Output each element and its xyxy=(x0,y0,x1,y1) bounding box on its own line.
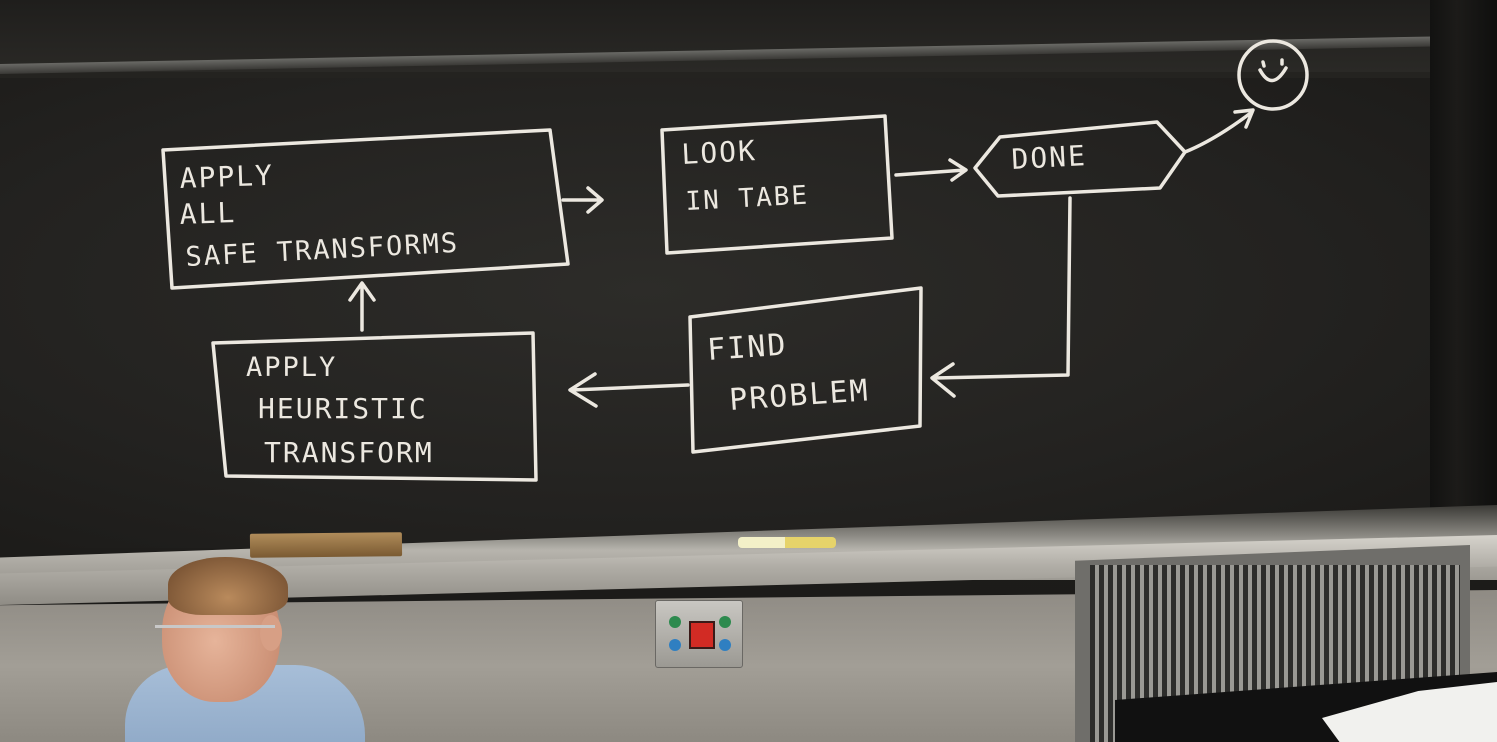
arrow-safe-to-look xyxy=(561,186,604,214)
label-heuristic-line1: APPLY xyxy=(246,352,337,383)
box-find-problem xyxy=(688,286,923,454)
label-look-line2: IN TABE xyxy=(685,181,810,217)
arrow-done-to-smiley xyxy=(1183,108,1255,154)
smiley-face-icon xyxy=(1237,39,1309,111)
smiley-eyes xyxy=(1261,58,1284,68)
label-apply-safe-line1: APPLY xyxy=(179,159,274,195)
label-done: DONE xyxy=(1011,139,1088,176)
chalk-flow-diagram: APPLY ALL SAFE TRANSFORMS LOOK IN TABE D… xyxy=(161,39,1309,482)
smiley-mouth xyxy=(1258,66,1288,83)
label-apply-safe-line3: SAFE TRANSFORMS xyxy=(185,228,460,273)
label-heuristic-line3: TRANSFORM xyxy=(264,436,434,469)
arrow-look-to-done xyxy=(894,158,968,182)
label-apply-safe-line2: ALL xyxy=(179,196,237,231)
label-look-line1: LOOK xyxy=(681,134,758,171)
arrow-done-to-find-problem xyxy=(930,196,1072,398)
label-find-line2: PROBLEM xyxy=(728,373,871,418)
label-find-line1: FIND xyxy=(706,327,788,368)
lecture-scene: APPLY ALL SAFE TRANSFORMS LOOK IN TABE D… xyxy=(0,0,1497,742)
arrow-find-to-heuristic xyxy=(568,372,690,408)
label-heuristic-line2: HEURISTIC xyxy=(258,392,428,425)
arrow-heuristic-to-safe xyxy=(348,281,376,332)
